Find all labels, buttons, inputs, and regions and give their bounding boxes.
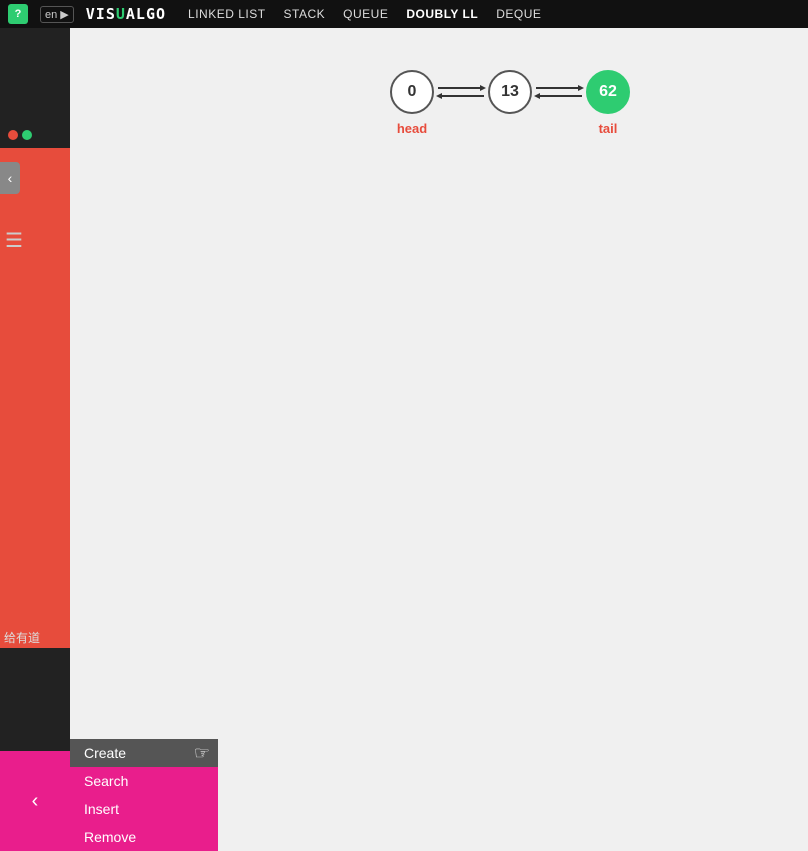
nav-stack[interactable]: STACK	[284, 7, 326, 21]
sidebar-collapse-arrow[interactable]: ‹	[0, 162, 20, 194]
nav-linked-list[interactable]: LINKED LIST	[188, 7, 266, 21]
bottom-left-toggle[interactable]: ‹	[0, 751, 70, 851]
sidebar-red-panel	[0, 148, 70, 648]
node-label-tail: tail	[599, 121, 618, 136]
nav-deque[interactable]: DEQUE	[496, 7, 541, 21]
list-visualization: 0 head 13	[390, 70, 630, 114]
node-circle-0: 0	[390, 70, 434, 114]
main-canvas: 0 head 13	[70, 28, 808, 851]
navbar: ? en ▶ VISUALGO LINKED LIST STACK QUEUE …	[0, 0, 808, 28]
logo-mark: ?	[15, 8, 22, 20]
arrow-0-13	[436, 82, 486, 102]
context-menu: Create ☞ Search Insert Remove	[70, 739, 218, 851]
sidebar-dots	[8, 130, 32, 140]
brand-u: U	[116, 5, 126, 23]
toggle-arrow-icon: ‹	[32, 790, 39, 813]
node-value-0: 0	[408, 83, 417, 101]
menu-item-create[interactable]: Create ☞	[70, 739, 218, 767]
node-62: 62 tail	[586, 70, 630, 114]
arrow-13-62	[534, 82, 584, 102]
node-circle-62: 62	[586, 70, 630, 114]
node-13: 13	[488, 70, 532, 114]
node-value-62: 62	[599, 83, 617, 101]
nav-links: LINKED LIST STACK QUEUE DOUBLY LL DEQUE	[188, 7, 541, 21]
menu-item-remove[interactable]: Remove	[70, 823, 218, 851]
left-sidebar: ‹ ☰ 给有道	[0, 0, 70, 851]
node-circle-13: 13	[488, 70, 532, 114]
logo-icon[interactable]: ?	[8, 4, 28, 24]
sidebar-chinese-text: 给有道	[4, 630, 40, 647]
arrow-svg-13-62	[534, 82, 584, 102]
menu-item-insert[interactable]: Insert	[70, 795, 218, 823]
green-dot	[22, 130, 32, 140]
node-0: 0 head	[390, 70, 434, 114]
sidebar-text-icon: ☰	[5, 228, 23, 253]
brand-vis: VIS	[86, 5, 116, 23]
red-dot	[8, 130, 18, 140]
brand-logo: VISUALGO	[86, 5, 166, 23]
cursor-icon: ☞	[194, 743, 210, 764]
menu-item-search[interactable]: Search	[70, 767, 218, 795]
node-value-13: 13	[501, 83, 519, 101]
brand-algo: ALGO	[126, 5, 166, 23]
lang-selector[interactable]: en ▶	[40, 6, 74, 23]
nav-doubly-ll[interactable]: DOUBLY LL	[406, 7, 478, 21]
nav-queue[interactable]: QUEUE	[343, 7, 388, 21]
arrow-svg-0-13	[436, 82, 486, 102]
node-label-head: head	[397, 121, 427, 136]
